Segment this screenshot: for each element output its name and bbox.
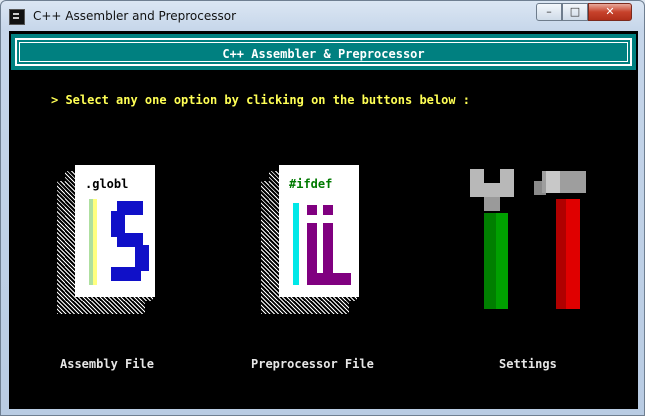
assembly-file-label[interactable]: Assembly File bbox=[60, 357, 154, 371]
preprocessor-file-button[interactable]: #ifdef bbox=[261, 161, 381, 326]
console-area: C++ Assembler & Preprocessor > Select an… bbox=[9, 31, 638, 409]
preprocessor-icon-text: #ifdef bbox=[289, 177, 333, 191]
close-button[interactable]: ✕ bbox=[588, 3, 632, 21]
header-banner: C++ Assembler & Preprocessor bbox=[11, 34, 636, 70]
assembly-file-button[interactable]: .globl bbox=[57, 161, 167, 326]
maximize-button[interactable]: □ bbox=[562, 3, 588, 21]
instruction-prompt: > Select any one option by clicking on t… bbox=[51, 93, 471, 107]
header-title: C++ Assembler & Preprocessor bbox=[222, 47, 425, 61]
window-title: C++ Assembler and Preprocessor bbox=[33, 9, 237, 23]
minimize-button[interactable]: – bbox=[536, 3, 562, 21]
assembly-icon-text: .globl bbox=[85, 177, 129, 191]
settings-button[interactable] bbox=[464, 161, 586, 321]
app-window: C++ Assembler and Preprocessor – □ ✕ C++… bbox=[0, 0, 645, 416]
preprocessor-file-label[interactable]: Preprocessor File bbox=[251, 357, 374, 371]
title-bar[interactable]: C++ Assembler and Preprocessor – □ ✕ bbox=[1, 1, 644, 31]
console-app-icon bbox=[9, 9, 25, 25]
settings-label[interactable]: Settings bbox=[499, 357, 557, 371]
